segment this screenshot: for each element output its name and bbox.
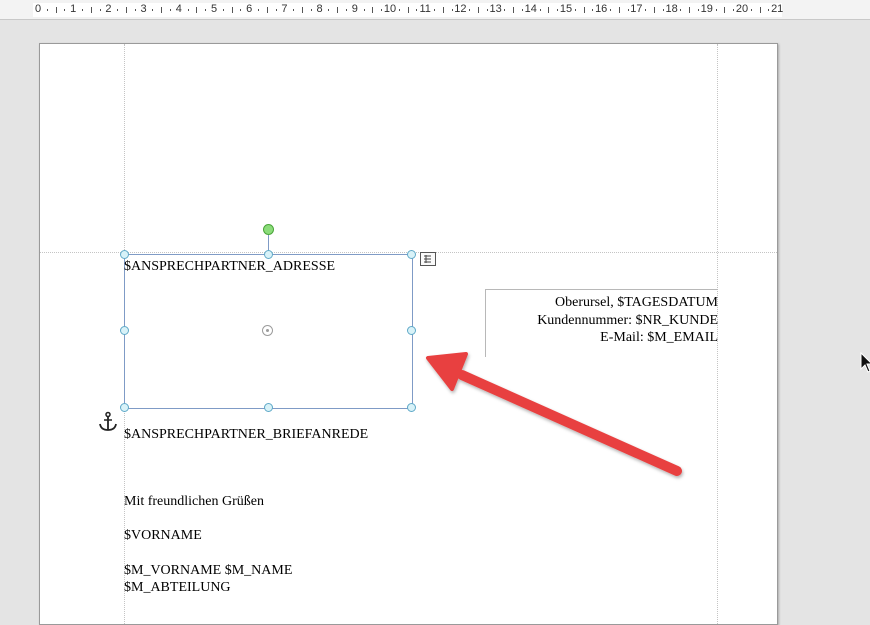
arrow-shaft — [457, 370, 682, 476]
mouse-cursor-icon — [860, 351, 870, 379]
arrow-head — [426, 352, 468, 391]
annotation-arrow — [426, 352, 682, 476]
